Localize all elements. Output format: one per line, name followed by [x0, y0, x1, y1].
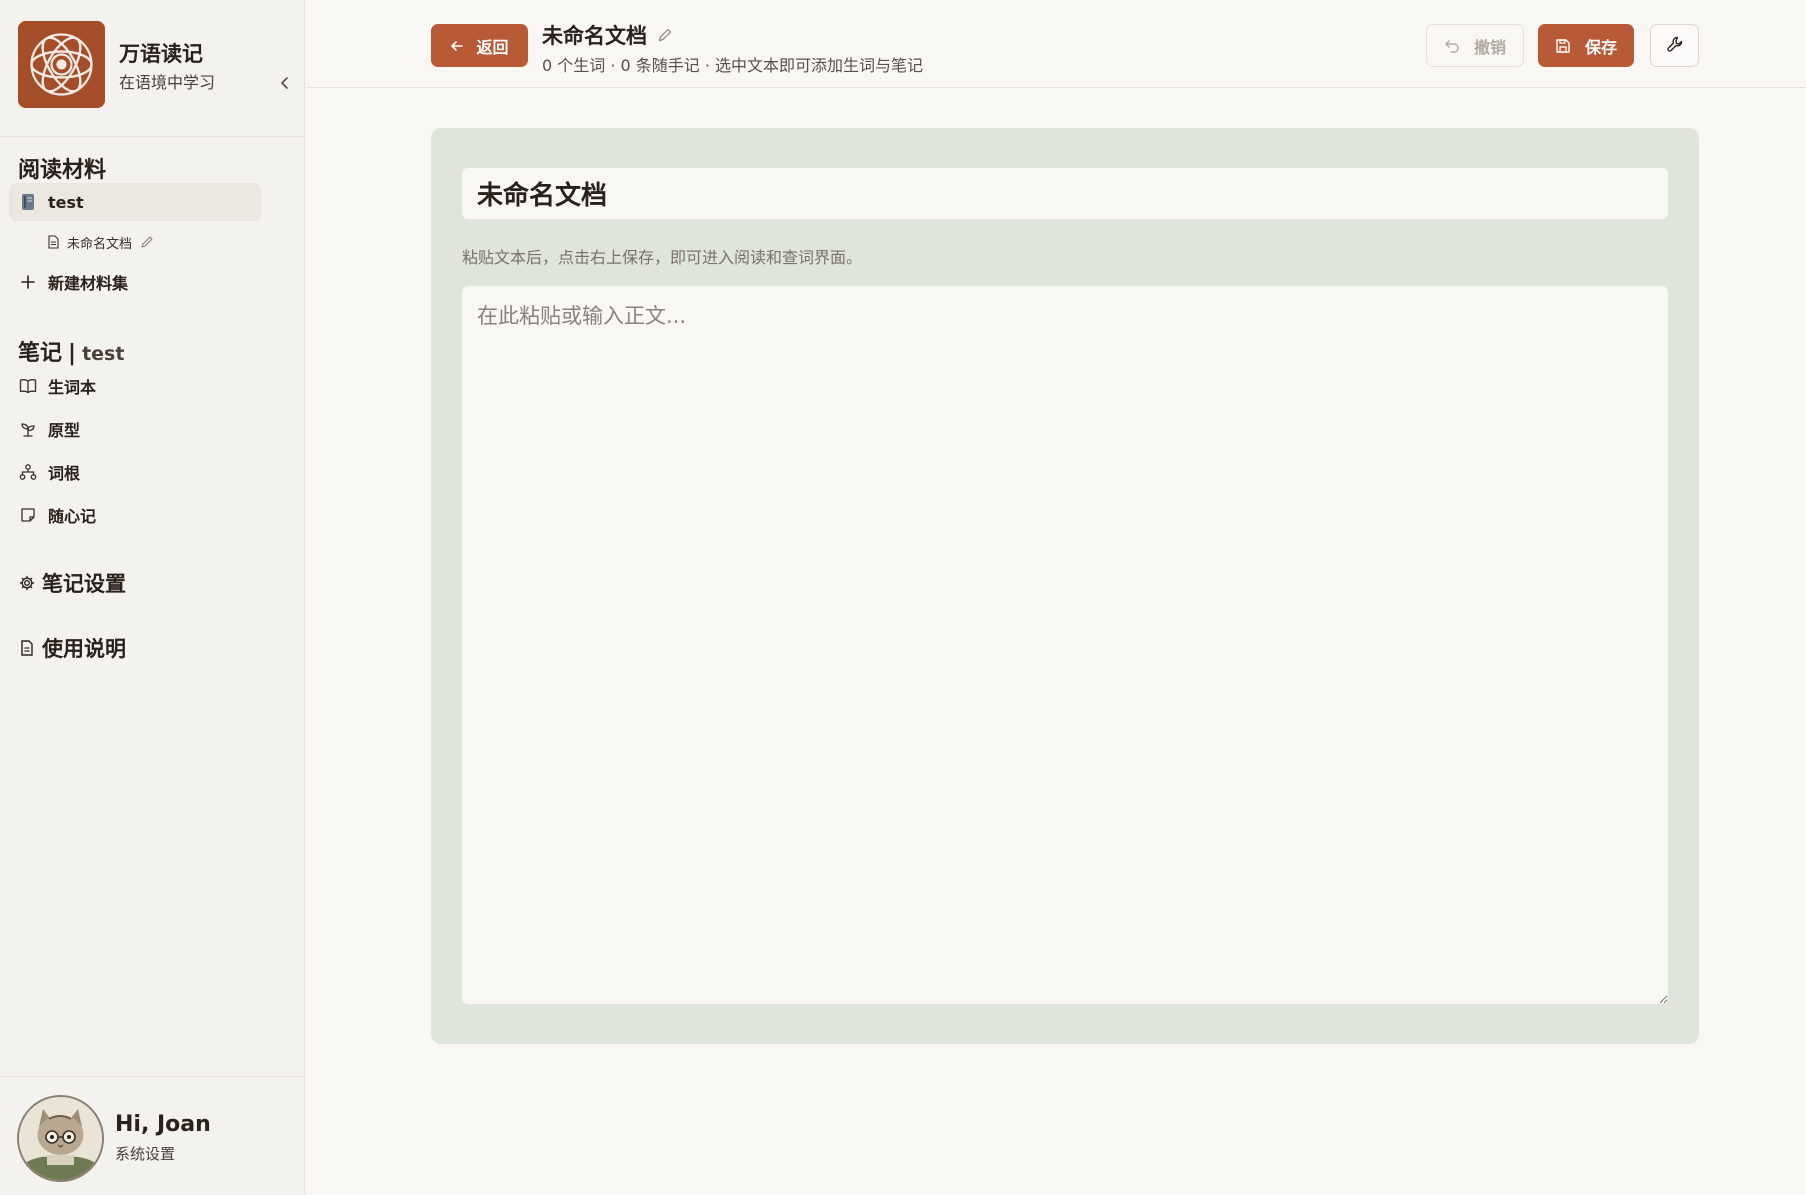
document-item[interactable]: 未命名文档	[47, 231, 154, 253]
editor-toolbar: 返回 未命名文档 0 个生词 · 0 条随手记 · 选中文本即可添加生词与笔记 …	[306, 0, 1806, 88]
document-stats: 0 个生词 · 0 条随手记 · 选中文本即可添加生词与笔记	[542, 56, 924, 75]
notes-item-roots[interactable]: 词根	[9, 453, 261, 491]
app-tagline: 在语境中学习	[119, 73, 216, 92]
brand: 万语读记 在语境中学习	[18, 21, 288, 109]
wrench-icon	[1666, 35, 1684, 57]
collapse-sidebar-button[interactable]	[274, 72, 296, 94]
user-greeting: Hi, Joan	[115, 1112, 211, 1137]
network-icon	[19, 463, 37, 481]
document-title: 未命名文档	[542, 20, 673, 50]
arrow-left-icon	[450, 39, 464, 53]
notes-item-label: 原型	[48, 421, 81, 440]
cat-with-glasses-avatar	[17, 1095, 104, 1182]
notes-item-label: 生词本	[48, 378, 97, 397]
notes-settings-link[interactable]: 笔记设置	[18, 568, 126, 598]
sprout-icon	[19, 420, 37, 438]
file-text-icon	[47, 235, 61, 249]
collection-item-test[interactable]: test	[9, 183, 261, 221]
title-input[interactable]	[462, 168, 1668, 219]
notes-heading-separator: |	[68, 341, 77, 366]
notes-heading: 笔记 | test	[18, 335, 124, 367]
notebook-icon	[19, 193, 37, 211]
save-button[interactable]: 保存	[1538, 24, 1634, 67]
new-collection-label: 新建材料集	[48, 274, 129, 293]
materials-heading: 阅读材料	[18, 158, 107, 183]
save-button-label: 保存	[1584, 37, 1617, 57]
plus-icon	[19, 273, 37, 291]
undo-button-label: 撤销	[1473, 37, 1506, 57]
notes-item-vocabulary[interactable]: 生词本	[9, 367, 261, 405]
sidebar-footer-divider	[0, 1076, 305, 1077]
sticky-note-icon	[19, 506, 37, 524]
notes-item-label: 词根	[48, 464, 81, 483]
flower-mandala-logo	[18, 21, 105, 108]
help-label: 使用说明	[42, 637, 126, 661]
document-title-text: 未命名文档	[542, 24, 647, 48]
notes-settings-label: 笔记设置	[42, 572, 126, 596]
gear-icon	[18, 574, 36, 592]
document-item-label: 未命名文档	[67, 236, 133, 252]
app-name: 万语读记	[119, 42, 203, 66]
notes-collection-label: test	[82, 343, 125, 365]
user-profile[interactable]: Hi, Joan 系统设置	[17, 1095, 287, 1183]
chevron-left-icon	[281, 77, 288, 89]
pencil-icon[interactable]	[140, 235, 154, 249]
notes-item-label: 随心记	[48, 507, 97, 526]
editor-hint: 粘贴文本后，点击右上保存，即可进入阅读和查词界面。	[462, 248, 863, 267]
sidebar-divider	[0, 136, 305, 137]
pencil-icon[interactable]	[657, 27, 673, 43]
book-open-icon	[19, 377, 37, 395]
notes-item-jottings[interactable]: 随心记	[9, 496, 261, 534]
system-settings-link[interactable]: 系统设置	[115, 1143, 175, 1164]
notes-item-prototype[interactable]: 原型	[9, 410, 261, 448]
help-link[interactable]: 使用说明	[18, 633, 126, 663]
file-text-icon	[18, 639, 36, 657]
sidebar: 万语读记 在语境中学习 阅读材料 test 未命名文档 新建材料集 笔记 | tes…	[0, 0, 305, 1195]
save-icon	[1555, 38, 1571, 54]
undo-icon	[1444, 38, 1460, 54]
back-button-label: 返回	[476, 37, 509, 57]
notes-heading-label: 笔记	[18, 341, 63, 366]
body-textarea[interactable]	[462, 286, 1668, 1004]
undo-button[interactable]: 撤销	[1426, 24, 1524, 67]
collection-item-label: test	[48, 192, 84, 212]
back-button[interactable]: 返回	[431, 24, 528, 67]
editor-panel: 粘贴文本后，点击右上保存，即可进入阅读和查词界面。	[431, 128, 1699, 1044]
tools-button[interactable]	[1650, 24, 1699, 67]
new-collection-button[interactable]: 新建材料集	[9, 263, 261, 301]
